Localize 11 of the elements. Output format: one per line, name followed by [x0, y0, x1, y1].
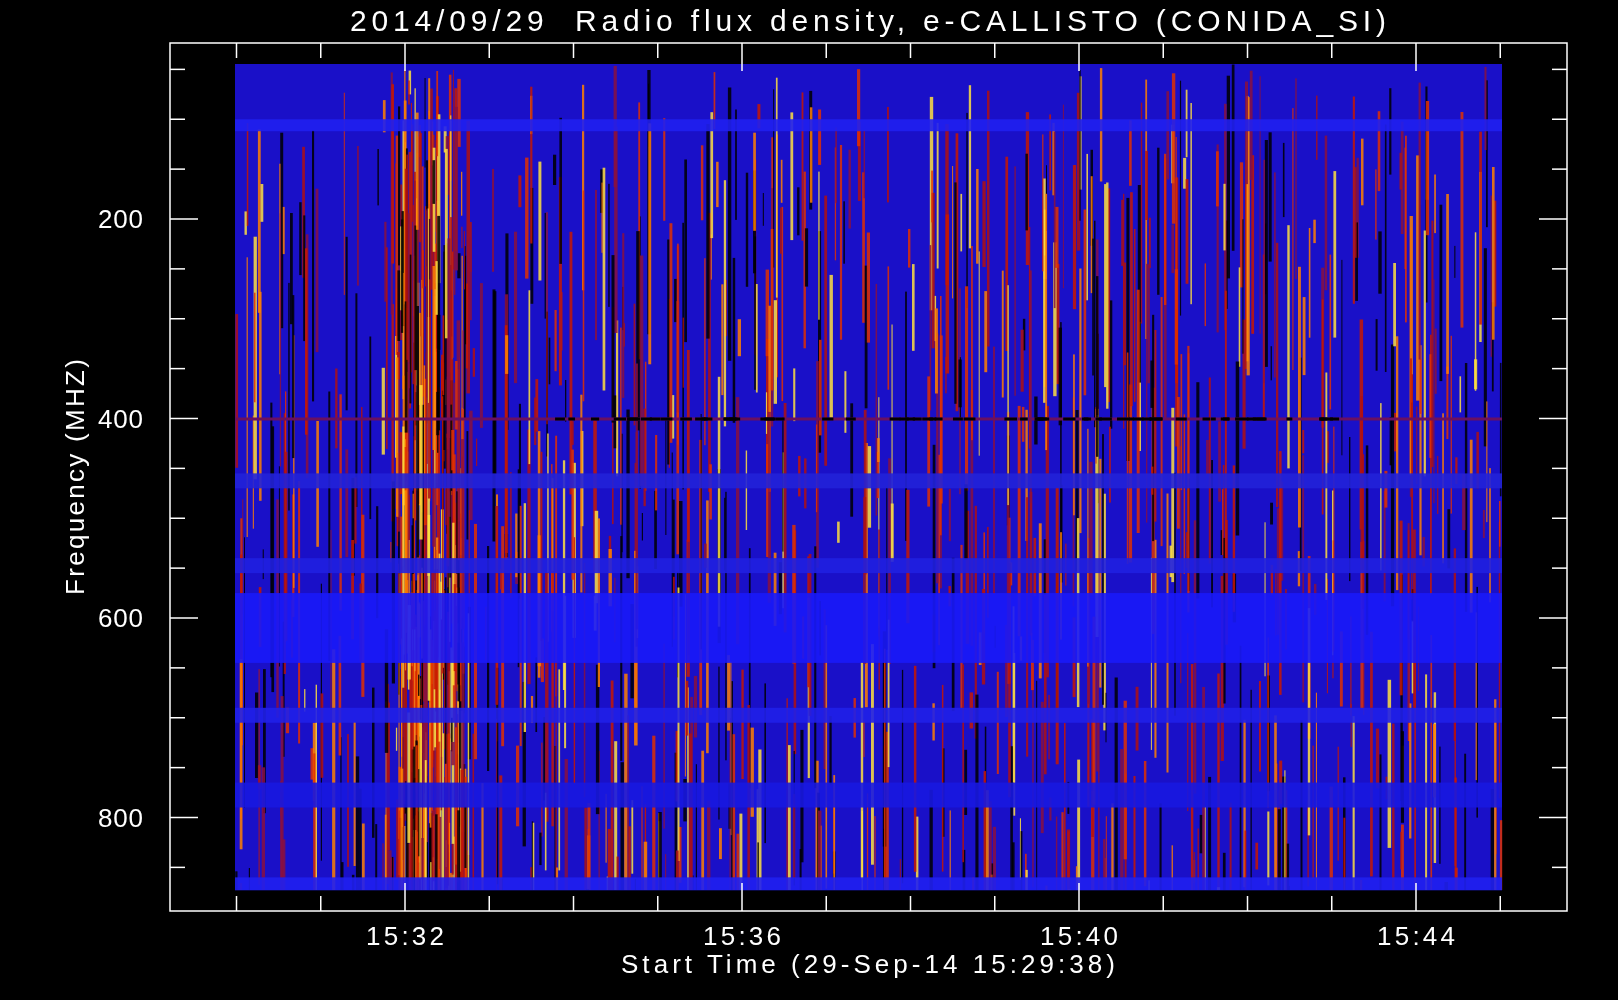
y-tick-label: 600 [98, 603, 143, 633]
x-axis-label: Start Time (29-Sep-14 15:29:38) [621, 949, 1115, 979]
x-tick-label: 15:44 [1377, 921, 1455, 951]
y-tick-label: 400 [98, 403, 143, 434]
x-tick-label: 15:36 [703, 921, 781, 951]
y-tick-label: 200 [98, 204, 143, 234]
x-tick-label: 15:40 [1040, 921, 1118, 951]
x-tick-label: 15:32 [366, 921, 444, 951]
chart-title: 2014/09/29 Radio flux density, e-CALLISTO (CONIDA_SI) [350, 4, 1386, 37]
y-axis-label: Frequency (MHZ) [60, 359, 90, 595]
y-tick-label: 800 [98, 802, 143, 833]
